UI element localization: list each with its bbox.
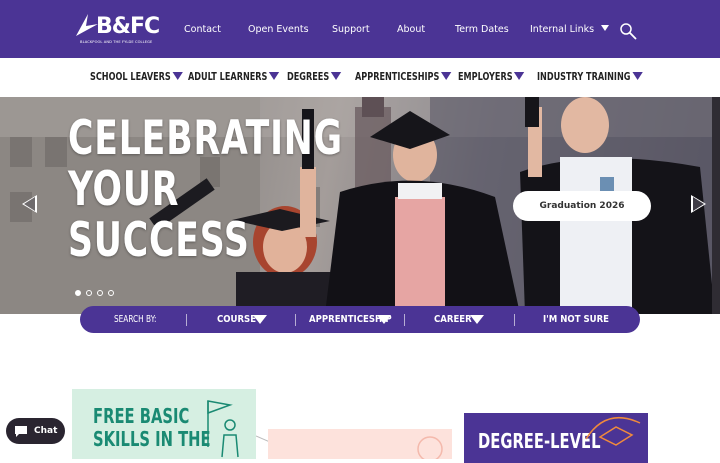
card-title: FREE BASIC SKILLS IN THE <box>93 405 211 451</box>
carousel-next-icon[interactable] <box>691 195 706 213</box>
caret-down-icon <box>470 315 484 324</box>
divider <box>186 314 187 326</box>
nav-adult-learners[interactable]: ADULT LEARNERS <box>188 71 280 83</box>
chat-bubble-icon <box>15 426 27 437</box>
promo-card-pink[interactable] <box>268 429 452 459</box>
card-title-line: SKILLS IN THE <box>93 427 211 451</box>
nav-label: SCHOOL LEAVERS <box>90 71 171 83</box>
logo-subtext: BLACKPOOL AND THE FYLDE COLLEGE <box>80 40 153 44</box>
graduation-button[interactable]: Graduation 2026 <box>513 191 651 221</box>
caret-down-icon <box>269 72 280 80</box>
carousel-dot[interactable] <box>108 290 114 296</box>
toplink-about[interactable]: About <box>397 24 425 35</box>
divider <box>404 314 405 326</box>
top-header: B&FC BLACKPOOL AND THE FYLDE COLLEGE Con… <box>0 0 720 58</box>
hero-title-line: YOUR <box>68 162 180 217</box>
search-by-not-sure[interactable]: I'M NOT SURE <box>543 314 609 325</box>
caret-down-icon <box>172 72 183 80</box>
nav-degrees[interactable]: DEGREES <box>287 71 342 83</box>
decorative-swirl-icon <box>417 436 443 459</box>
college-logo[interactable]: B&FC BLACKPOOL AND THE FYLDE COLLEGE <box>74 12 160 46</box>
main-navigation: SCHOOL LEAVERS ADULT LEARNERS DEGREES AP… <box>0 58 720 97</box>
nav-label: INDUSTRY TRAINING <box>537 71 631 83</box>
nav-label: EMPLOYERS <box>458 71 513 83</box>
promo-card-degree-level[interactable]: DEGREE-LEVEL <box>464 413 648 463</box>
nav-label: ADULT LEARNERS <box>188 71 268 83</box>
hero-title-line: CELEBRATING <box>68 111 343 166</box>
search-by-label: SEARCH BY: <box>114 314 157 325</box>
card-title-line: FREE BASIC <box>93 404 190 428</box>
carousel-dot[interactable] <box>75 290 81 296</box>
search-by-career[interactable]: CAREER <box>434 314 472 325</box>
caret-down-icon <box>441 72 452 80</box>
hero-carousel: CELEBRATING YOUR SUCCESS Graduation 2026 <box>0 97 720 314</box>
toplink-open-events[interactable]: Open Events <box>248 24 309 35</box>
caret-down-icon <box>330 72 342 80</box>
toplink-term-dates[interactable]: Term Dates <box>455 24 509 35</box>
nav-employers[interactable]: EMPLOYERS <box>458 71 525 83</box>
caret-down-icon <box>514 72 525 80</box>
graduation-cap-icon <box>585 416 641 446</box>
nav-apprenticeships[interactable]: APPRENTICESHIPS <box>355 71 452 83</box>
hero-title: CELEBRATING YOUR SUCCESS <box>68 113 343 266</box>
divider <box>295 314 296 326</box>
logo-text: B&FC <box>96 14 160 39</box>
caret-down-icon <box>632 72 643 80</box>
toplink-contact[interactable]: Contact <box>184 24 221 35</box>
toplink-internal-links[interactable]: Internal Links <box>530 24 610 35</box>
internal-links-label: Internal Links <box>530 24 595 35</box>
toplink-support[interactable]: Support <box>332 24 370 35</box>
promo-card-basic-skills[interactable]: FREE BASIC SKILLS IN THE <box>72 389 256 459</box>
carousel-dot[interactable] <box>86 290 92 296</box>
caret-down-icon <box>253 315 267 324</box>
caret-down-icon <box>377 315 391 324</box>
search-icon[interactable] <box>619 22 637 40</box>
search-by-bar: SEARCH BY: COURSE APPRENTICESHIP CAREER … <box>80 306 640 333</box>
nav-label: APPRENTICESHIPS <box>355 71 440 83</box>
carousel-prev-icon[interactable] <box>22 195 37 213</box>
carousel-dot[interactable] <box>97 290 103 296</box>
nav-label: DEGREES <box>287 71 330 83</box>
nav-industry-training[interactable]: INDUSTRY TRAINING <box>537 71 643 83</box>
hero-title-line: SUCCESS <box>68 213 250 268</box>
divider <box>514 314 515 326</box>
carousel-dots <box>75 281 119 296</box>
caret-down-icon <box>601 25 610 31</box>
nav-school-leavers[interactable]: SCHOOL LEAVERS <box>90 71 183 83</box>
search-by-course[interactable]: COURSE <box>217 314 256 325</box>
chat-label: Chat <box>34 426 58 436</box>
chat-button[interactable]: Chat <box>6 418 65 444</box>
